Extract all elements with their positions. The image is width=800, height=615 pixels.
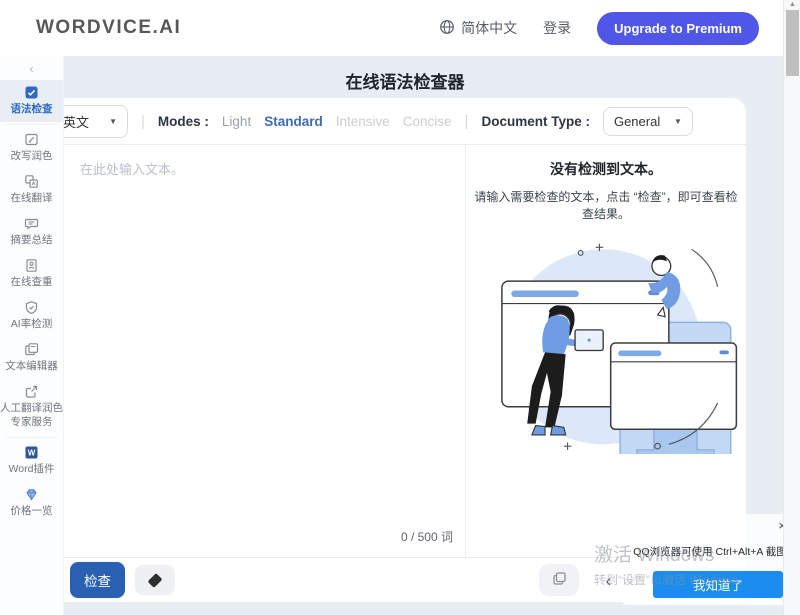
empty-state-illustration (466, 232, 746, 459)
empty-state-description: 请输入需要检查的文本，点击 “检查”，即可查看检查结果。 (466, 188, 746, 222)
mode-standard[interactable]: Standard (264, 114, 323, 129)
sidebar-item-pricing[interactable]: 价格一览 (0, 482, 63, 524)
globe-icon (439, 19, 455, 38)
mode-intensive[interactable]: Intensive (336, 114, 390, 129)
word-plugin-icon: W (24, 445, 39, 460)
sidebar-item-label: 在线翻译 (11, 192, 53, 205)
header-actions: 简体中文 登录 Upgrade to Premium (439, 12, 759, 45)
sidebar-item-label: 人工翻译润色 (0, 402, 63, 415)
sidebar-item-label: 摘要总结 (11, 234, 53, 247)
sidebar-item-grammar-check[interactable]: 语法检查 (0, 80, 63, 122)
mode-concise[interactable]: Concise (403, 114, 452, 129)
document-type-select[interactable]: General ▼ (603, 107, 693, 136)
text-input-area[interactable]: 在此处输入文本。 0 / 500 词 (64, 145, 465, 557)
wordvice-logo: WORDVICE.AI (36, 17, 181, 39)
previous-suggestion-icon[interactable]: ‹ (605, 572, 611, 589)
toolbar-separator: | (465, 113, 469, 130)
eraser-button[interactable] (135, 565, 175, 595)
sidebar-item-plagiarism[interactable]: 在线查重 (0, 253, 63, 295)
sidebar-item-label: Word插件 (9, 463, 55, 476)
chevron-down-icon: ▼ (674, 117, 682, 126)
empty-state-title: 没有检测到文本。 (466, 159, 746, 179)
plagiarism-icon (24, 258, 39, 273)
sidebar-item-label: 语法检查 (11, 103, 53, 116)
sidebar-item-label: 在线查重 (11, 276, 53, 289)
sidebar-item-summary[interactable]: 摘要总结 (0, 211, 63, 253)
grammar-check-icon (24, 85, 39, 100)
sidebar-item-label-line2: 专家服务 (11, 416, 53, 429)
external-link-icon (24, 384, 39, 399)
ai-detect-icon (24, 300, 39, 315)
sidebar-item-expert-service[interactable]: 人工翻译润色 专家服务 (0, 379, 63, 435)
upgrade-premium-button[interactable]: Upgrade to Premium (597, 12, 759, 45)
sidebar-item-text-editor[interactable]: 文本编辑器 (0, 337, 63, 379)
login-link[interactable]: 登录 (543, 18, 571, 38)
sidebar-item-label: AI率检测 (11, 318, 52, 331)
eraser-icon (148, 573, 163, 588)
check-button[interactable]: 检查 (70, 562, 125, 598)
mode-light[interactable]: Light (222, 114, 251, 129)
site-language-switch[interactable]: 简体中文 (439, 18, 517, 38)
sidebar-item-label: 价格一览 (11, 505, 53, 518)
sidebar-item-ai-detect[interactable]: AI率检测 (0, 295, 63, 337)
sidebar: ‹ 语法检查 改写润色 在线翻译 摘要总结 在线查重 AI率检测 (0, 56, 64, 615)
language-select[interactable]: 英文 ▼ (64, 105, 128, 138)
translate-icon (24, 174, 39, 189)
sidebar-item-label: 文本编辑器 (5, 360, 58, 373)
sidebar-collapse-button[interactable]: ‹ (0, 56, 63, 80)
sidebar-item-rewrite[interactable]: 改写润色 (0, 127, 63, 169)
site-language-label: 简体中文 (461, 18, 517, 38)
page-title: 在线语法检查器 (64, 68, 746, 93)
toolbar-separator: | (141, 113, 145, 130)
sidebar-item-label: 改写润色 (11, 150, 53, 163)
chevron-down-icon: ▼ (109, 117, 117, 126)
notification-confirm-button[interactable]: 我知道了 (653, 571, 783, 598)
results-panel: 没有检测到文本。 请输入需要检查的文本，点击 “检查”，即可查看检查结果。 (466, 145, 746, 557)
document-type-value: General (614, 114, 660, 129)
language-select-value: 英文 (64, 112, 89, 131)
options-toolbar: 英文 ▼ | Modes : Light Standard Intensive … (64, 98, 746, 145)
modes-label: Modes : (158, 114, 209, 129)
editor-placeholder: 在此处输入文本。 (80, 159, 184, 178)
document-type-label: Document Type : (481, 114, 590, 129)
app-header: WORDVICE.AI 简体中文 登录 Upgrade to Premium (0, 0, 783, 56)
sidebar-item-word-plugin[interactable]: W Word插件 (0, 440, 63, 482)
notification-message: QQ浏览器可使用 Ctrl+Alt+A 截图 (633, 544, 786, 559)
page-scrollbar[interactable]: ▲ (783, 0, 800, 615)
copy-icon (552, 571, 567, 589)
sidebar-item-translate[interactable]: 在线翻译 (0, 169, 63, 211)
sidebar-divider (6, 437, 57, 438)
summary-icon (24, 216, 39, 231)
rewrite-icon (24, 132, 39, 147)
scrollbar-thumb[interactable] (786, 10, 799, 76)
scroll-up-arrow-icon[interactable]: ▲ (784, 1, 800, 8)
copy-button[interactable] (539, 564, 579, 596)
word-count: 0 / 500 词 (401, 528, 453, 545)
svg-text:W: W (28, 449, 36, 458)
pricing-diamond-icon (24, 487, 39, 502)
qq-browser-notification: × QQ浏览器可使用 Ctrl+Alt+A 截图 我知道了 (622, 514, 798, 605)
sidebar-divider (6, 124, 57, 125)
text-editor-icon (24, 342, 39, 357)
